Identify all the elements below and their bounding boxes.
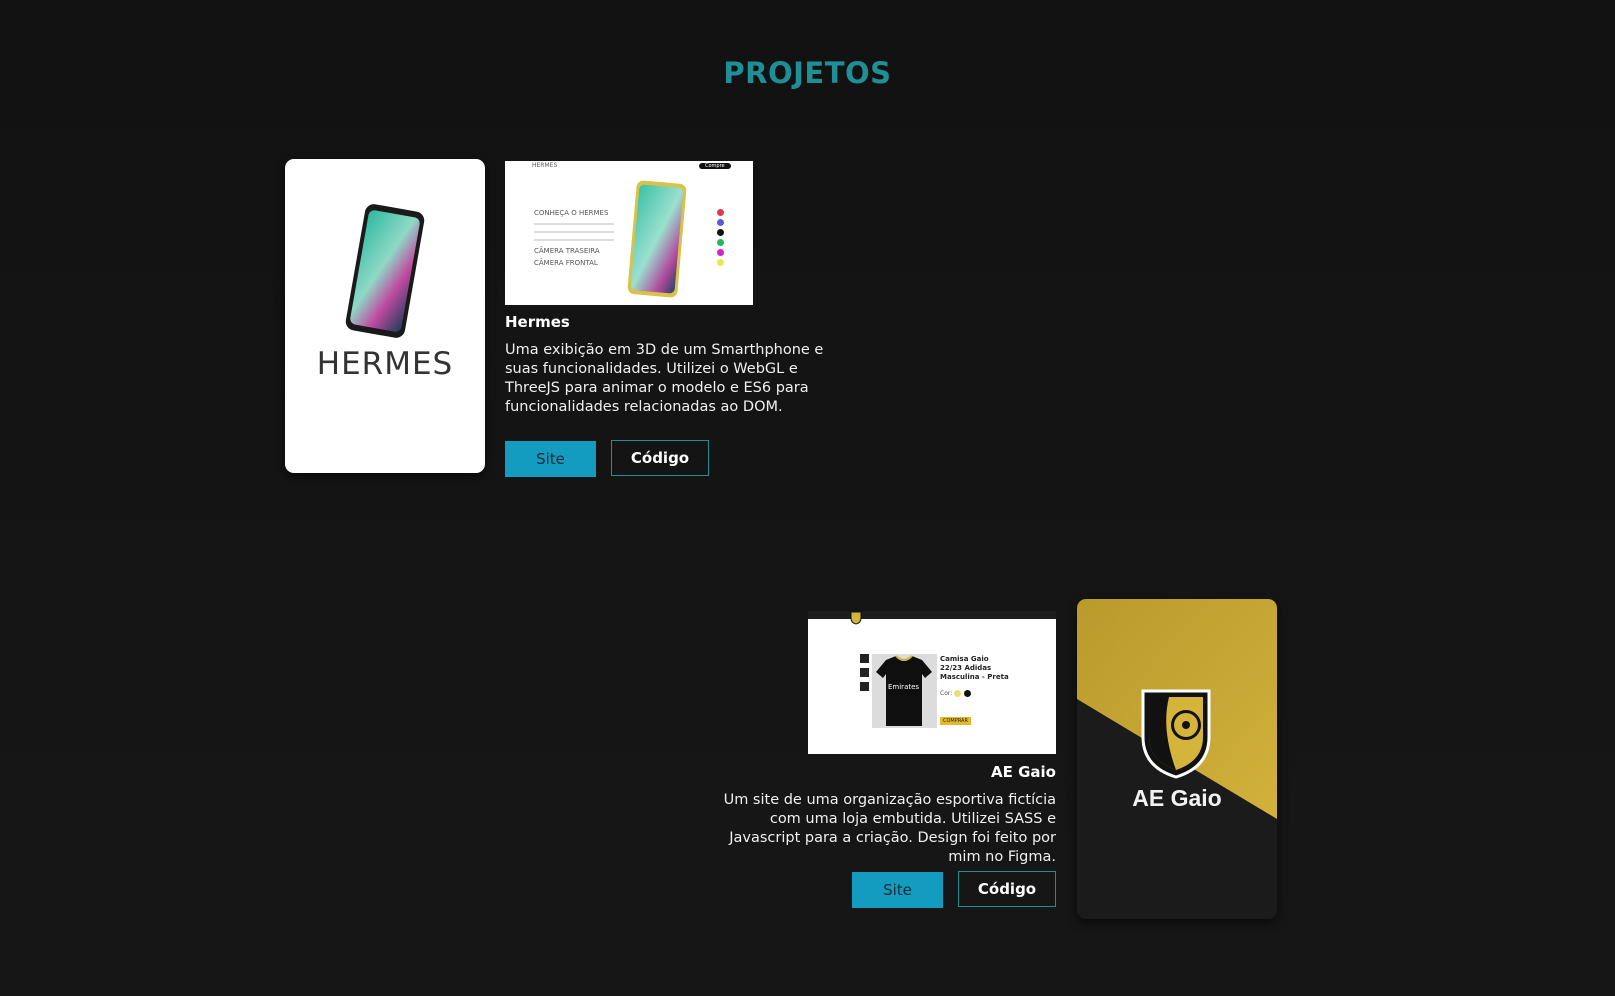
- preview-shirt-text: Emirates: [888, 683, 920, 691]
- shirt-icon: [876, 655, 932, 726]
- ae-gaio-preview-image: Emirates Camisa Gaio 22/23 Adidas Mascul…: [808, 611, 1056, 754]
- hermes-logo-text: HERMES: [316, 346, 454, 382]
- preview-buy-button: COMPRAR: [940, 717, 971, 725]
- section-title: PROJETOS: [723, 56, 892, 90]
- preview-thumb: [860, 682, 869, 691]
- preview-color-label: Cor:: [940, 690, 953, 697]
- hermes-code-button[interactable]: Código: [611, 440, 709, 476]
- preview-swatch: [717, 249, 724, 256]
- preview-swatch: [717, 259, 724, 266]
- ae-gaio-code-button[interactable]: Código: [958, 871, 1056, 907]
- project-description-ae-gaio: Um site de uma organização esportiva fic…: [723, 792, 1056, 865]
- preview-swatch: [717, 209, 724, 216]
- preview-thumb: [860, 654, 869, 663]
- preview-thumb: [860, 668, 869, 677]
- hermes-site-button[interactable]: Site: [505, 441, 596, 477]
- project-name-ae-gaio: AE Gaio: [991, 763, 1056, 781]
- hermes-card[interactable]: HERMES: [285, 159, 485, 473]
- preview-swatch: [717, 219, 724, 226]
- preview-swatch: [717, 239, 724, 246]
- preview-swatch: [717, 229, 724, 236]
- preview-swatch-yellow: [954, 690, 961, 697]
- hermes-preview-image: HERMES Compre CONHEÇA O HERMES CÂMERA TR…: [505, 161, 753, 305]
- preview-product-title: Camisa Gaio 22/23 Adidas Masculina - Pre…: [940, 655, 1009, 681]
- preview-swatch-black: [964, 690, 971, 697]
- project-description-hermes: Uma exibição em 3D de um Smarthphone e s…: [505, 342, 824, 415]
- ae-gaio-card[interactable]: AE Gaio: [1077, 599, 1277, 919]
- project-name-hermes: Hermes: [505, 313, 570, 331]
- preview-shield-icon: [850, 611, 862, 625]
- projects-page: PROJETOS HERMES HERMES Compre CONHEÇA O …: [0, 0, 1615, 996]
- preview-navbar: [808, 611, 1056, 619]
- smartphone-icon: [345, 204, 425, 338]
- preview-phone-icon: [627, 180, 687, 298]
- shield-icon: [1141, 689, 1211, 779]
- ae-gaio-logo-text: AE Gaio: [1132, 785, 1222, 811]
- ae-gaio-site-button[interactable]: Site: [852, 872, 943, 908]
